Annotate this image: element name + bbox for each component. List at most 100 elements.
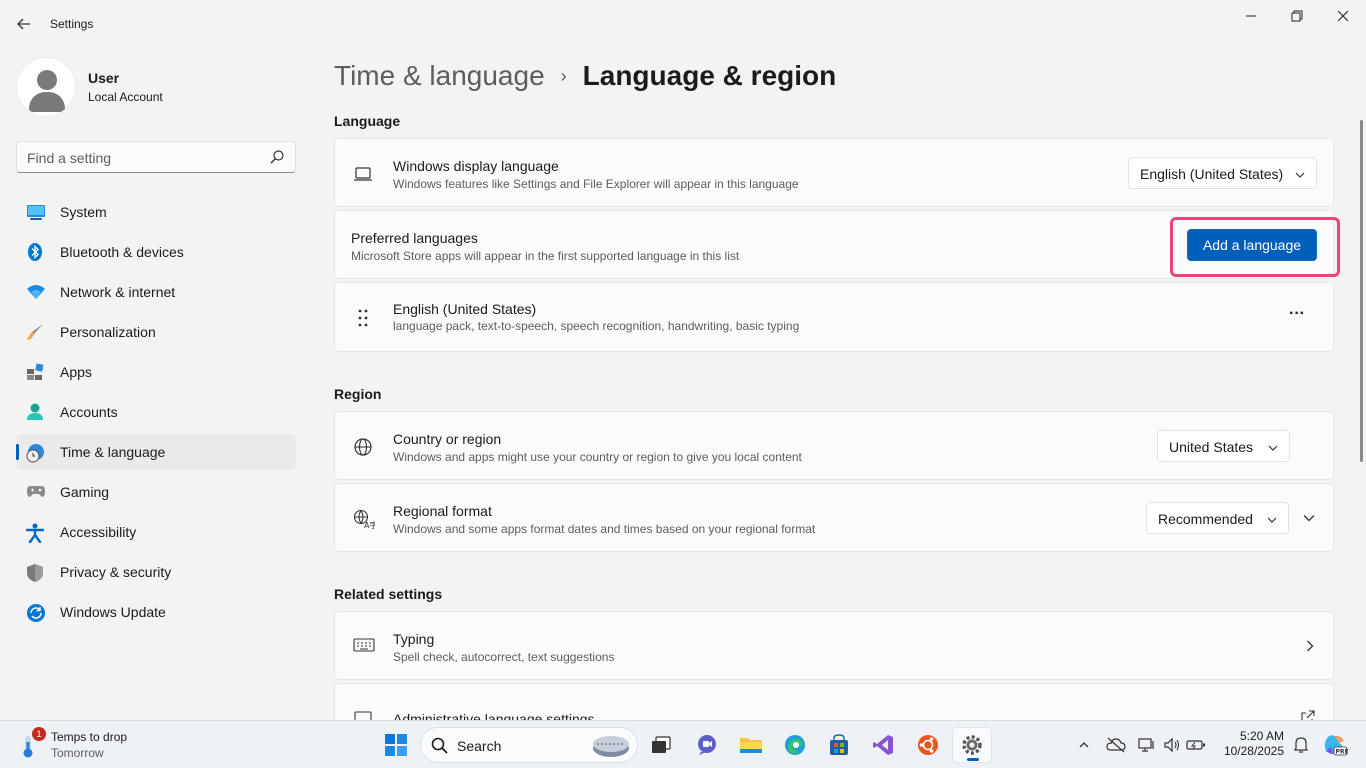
maximize-button[interactable]	[1274, 0, 1320, 32]
notification-badge: 1	[32, 727, 46, 741]
sidebar-item-system[interactable]: System	[16, 194, 296, 230]
file-explorer-icon[interactable]	[731, 727, 771, 763]
typing-description: Spell check, autocorrect, text suggestio…	[393, 650, 615, 664]
more-options-button[interactable]: ···	[1285, 305, 1309, 327]
chevron-up-icon[interactable]	[1074, 735, 1094, 755]
dropdown-value: Recommended	[1158, 511, 1253, 527]
display-language-card: Windows display language Windows feature…	[334, 138, 1334, 207]
start-button[interactable]	[376, 727, 416, 763]
regional-format-card[interactable]: A字 Regional format Windows and some apps…	[334, 483, 1334, 552]
country-region-title: Country or region	[393, 431, 502, 447]
section-heading-region: Region	[334, 386, 382, 402]
gamepad-icon	[26, 483, 45, 501]
breadcrumb-parent[interactable]: Time & language	[334, 60, 545, 91]
sidebar-item-privacy[interactable]: Privacy & security	[16, 554, 296, 590]
battery-icon[interactable]	[1186, 735, 1206, 755]
sidebar-item-label: Network & internet	[60, 284, 176, 300]
taskbar-search-placeholder: Search	[457, 738, 502, 754]
page-title: Language & region	[582, 60, 837, 91]
format-icon: A字	[353, 509, 377, 530]
sidebar-item-bluetooth[interactable]: Bluetooth & devices	[16, 234, 296, 270]
country-region-dropdown[interactable]: United States	[1157, 430, 1290, 462]
task-view-icon[interactable]	[641, 727, 681, 763]
ubuntu-icon[interactable]	[908, 727, 948, 763]
sidebar-item-accessibility[interactable]: Accessibility	[16, 514, 296, 550]
display-language-dropdown[interactable]: English (United States)	[1128, 157, 1317, 189]
sidebar-item-time-language[interactable]: Time & language	[16, 434, 296, 470]
sidebar-item-accounts[interactable]: Accounts	[16, 394, 296, 430]
copilot-icon[interactable]: PRE	[1322, 732, 1348, 758]
account-type: Local Account	[88, 90, 163, 104]
typing-title: Typing	[393, 631, 435, 647]
breadcrumb: Time & language › Language & region	[334, 58, 836, 97]
dropdown-value: English (United States)	[1140, 166, 1284, 182]
breadcrumb-separator: ›	[560, 66, 567, 86]
sidebar-item-label: Bluetooth & devices	[60, 244, 184, 260]
store-icon[interactable]	[819, 727, 859, 763]
search-highlight-icon	[591, 732, 631, 760]
accessibility-icon	[25, 523, 45, 544]
brush-icon	[26, 323, 44, 341]
clock-date: 10/28/2025	[1223, 744, 1284, 758]
visual-studio-icon[interactable]	[863, 727, 903, 763]
shield-icon	[26, 563, 44, 582]
chevron-down-icon	[1294, 168, 1306, 180]
wifi-icon	[26, 283, 45, 301]
regional-format-dropdown[interactable]: Recommended	[1146, 502, 1289, 534]
taskbar-search[interactable]: Search	[420, 727, 638, 763]
country-region-card: Country or region Windows and apps might…	[334, 411, 1334, 480]
sidebar-item-apps[interactable]: Apps	[16, 354, 296, 390]
country-region-description: Windows and apps might use your country …	[393, 450, 802, 464]
language-name: English (United States)	[393, 301, 537, 317]
back-arrow-icon[interactable]	[12, 12, 36, 36]
typing-card[interactable]: Typing Spell check, autocorrect, text su…	[334, 611, 1334, 680]
globe-icon	[353, 437, 373, 457]
search-icon	[431, 737, 449, 760]
language-list-item[interactable]: English (United States) language pack, t…	[334, 282, 1334, 352]
language-features: language pack, text-to-speech, speech re…	[393, 319, 800, 333]
sidebar-item-label: Privacy & security	[60, 564, 172, 580]
section-heading-related: Related settings	[334, 586, 443, 602]
window-title: Settings	[50, 17, 94, 31]
expand-chevron-icon[interactable]	[1302, 511, 1316, 525]
copilot-chat-icon[interactable]	[687, 727, 727, 763]
sidebar-item-label: Gaming	[60, 484, 110, 500]
volume-icon[interactable]	[1162, 735, 1182, 755]
sidebar-item-label: Accounts	[60, 404, 118, 420]
edge-icon[interactable]	[775, 727, 815, 763]
external-link-icon	[1301, 710, 1315, 720]
sidebar-item-label: Apps	[60, 364, 92, 380]
drag-handle-icon[interactable]	[353, 308, 373, 328]
close-button[interactable]	[1320, 0, 1366, 32]
svg-text:PRE: PRE	[1336, 749, 1349, 756]
minimize-button[interactable]	[1228, 0, 1274, 32]
sidebar-item-personalization[interactable]: Personalization	[16, 314, 296, 350]
title-bar: Settings	[0, 0, 1366, 48]
add-language-button[interactable]: Add a language	[1187, 229, 1317, 261]
settings-taskbar-icon[interactable]	[952, 727, 992, 763]
search-placeholder: Find a setting	[27, 150, 112, 166]
sidebar-item-windows-update[interactable]: Windows Update	[16, 594, 296, 630]
display-language-title: Windows display language	[393, 158, 559, 174]
weather-title: Temps to drop	[51, 730, 128, 744]
admin-settings-icon	[353, 709, 373, 720]
weather-widget[interactable]: 1 Temps to drop Tomorrow	[18, 727, 158, 763]
regional-format-description: Windows and some apps format dates and t…	[393, 522, 816, 536]
scrollbar[interactable]	[1360, 120, 1363, 462]
display-language-description: Windows features like Settings and File …	[393, 177, 799, 191]
keyboard-icon	[353, 637, 375, 657]
search-input[interactable]: Find a setting	[16, 141, 296, 173]
notifications-icon[interactable]	[1291, 735, 1311, 755]
cloud-off-icon[interactable]	[1106, 735, 1126, 755]
chevron-right-icon	[1303, 639, 1317, 653]
sidebar-item-label: Time & language	[60, 444, 166, 460]
admin-language-card[interactable]: Administrative language settings	[334, 683, 1334, 720]
laptop-icon	[353, 164, 373, 184]
user-profile[interactable]: User Local Account	[16, 57, 163, 117]
sidebar-item-network[interactable]: Network & internet	[16, 274, 296, 310]
clock[interactable]: 5:20 AM 10/28/2025	[1214, 729, 1284, 759]
bluetooth-icon	[26, 243, 44, 261]
network-icon[interactable]	[1137, 735, 1157, 755]
sidebar-item-gaming[interactable]: Gaming	[16, 474, 296, 510]
chevron-down-icon	[1267, 441, 1279, 453]
